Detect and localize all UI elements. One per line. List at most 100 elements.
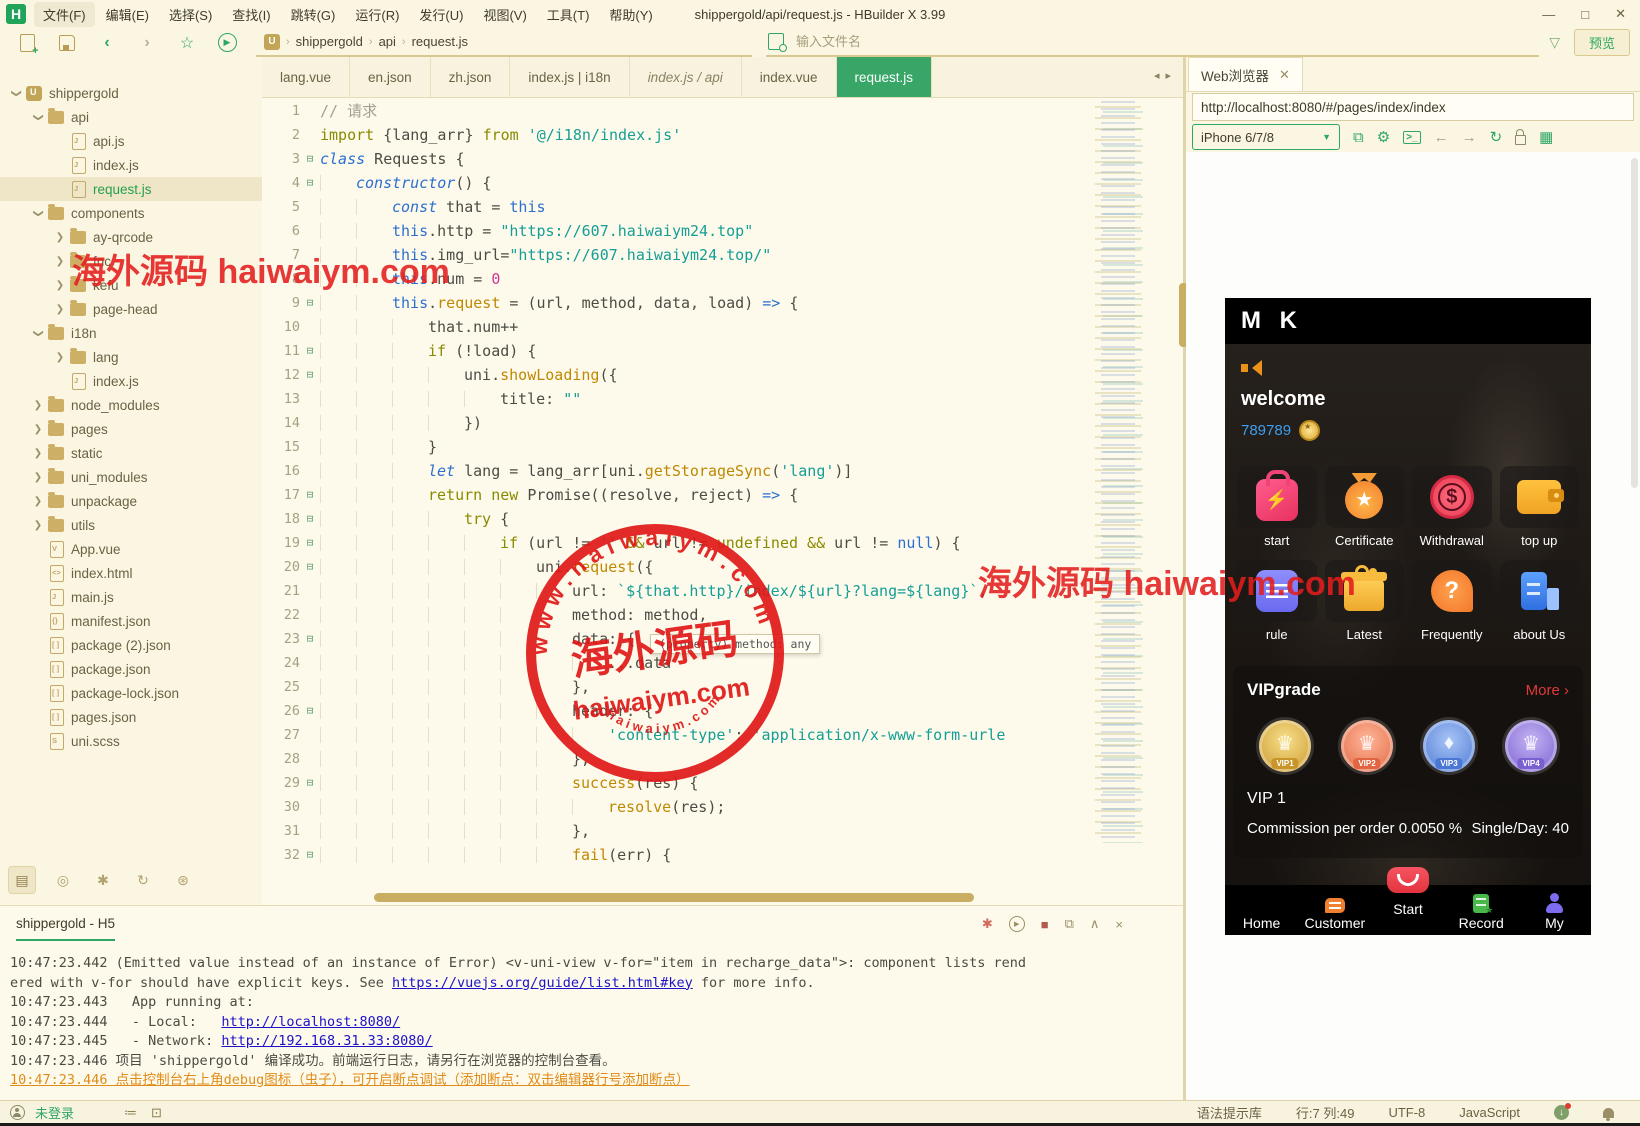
chevron-right-icon[interactable]: ❯ <box>54 280 66 291</box>
close-button[interactable]: ✕ <box>1615 6 1626 22</box>
account-person-icon[interactable] <box>10 1105 25 1120</box>
account-number[interactable]: 789789 <box>1241 422 1291 439</box>
login-status[interactable]: 未登录 <box>35 1103 74 1122</box>
line-number[interactable]: 16 <box>262 459 300 483</box>
tree-item-page-head[interactable]: ❯ page-head <box>0 297 262 321</box>
line-number[interactable]: 12 <box>262 363 300 387</box>
fold-marker-icon[interactable] <box>300 315 320 339</box>
tree-item-index-js[interactable]: index.js <box>0 369 262 393</box>
fold-marker-icon[interactable]: ⊟ <box>300 627 320 651</box>
feature-tile[interactable] <box>1237 560 1317 622</box>
tree-item-main-js[interactable]: main.js <box>0 585 262 609</box>
browser-back-icon[interactable]: ← <box>1434 129 1449 146</box>
line-number[interactable]: 17 <box>262 483 300 507</box>
tree-item-package-lock-json[interactable]: package-lock.json <box>0 681 262 705</box>
search-view-icon[interactable]: ◎ <box>50 867 76 893</box>
line-number[interactable]: 2 <box>262 123 300 147</box>
tree-item-components[interactable]: ❯ components <box>0 201 262 225</box>
chevron-right-icon[interactable]: ❯ <box>32 472 44 483</box>
line-number[interactable]: 6 <box>262 219 300 243</box>
line-number[interactable]: 15 <box>262 435 300 459</box>
feature-about-us[interactable]: about Us <box>1499 560 1579 642</box>
tree-item-shippergold[interactable]: ❯ shippergold <box>0 81 262 105</box>
breadcrumb-item[interactable]: shippergold <box>296 34 363 49</box>
fold-marker-icon[interactable] <box>300 435 320 459</box>
tree-item-package-2-json[interactable]: package (2).json <box>0 633 262 657</box>
menu-item[interactable]: 选择(S) <box>160 2 221 27</box>
line-number[interactable]: 24 <box>262 651 300 675</box>
close-panel-icon[interactable]: × <box>1115 917 1123 932</box>
language-mode[interactable]: JavaScript <box>1459 1105 1520 1120</box>
notification-bell-icon[interactable] <box>1603 1107 1614 1121</box>
line-number[interactable]: 27 <box>262 723 300 747</box>
minimap[interactable] <box>1091 101 1147 843</box>
menu-item[interactable]: 查找(I) <box>223 2 279 27</box>
menu-item[interactable]: 工具(T) <box>538 2 599 27</box>
editor-tab[interactable]: index.vue <box>742 57 837 97</box>
feature-top-up[interactable]: top up <box>1499 466 1579 548</box>
terminal-status-icon[interactable]: ⊡ <box>151 1105 162 1121</box>
nav-customer[interactable]: Customer <box>1298 885 1371 935</box>
code-area[interactable]: 1 // 请求 2 import {lang_arr} from '@/i18n/in… <box>262 99 1087 887</box>
tree-item-utils[interactable]: ❯ utils <box>0 513 262 537</box>
chevron-down-icon[interactable]: ❯ <box>11 87 22 99</box>
line-number[interactable]: 4 <box>262 171 300 195</box>
fold-marker-icon[interactable] <box>300 723 320 747</box>
chevron-right-icon[interactable]: ❯ <box>32 400 44 411</box>
fold-marker-icon[interactable] <box>300 603 320 627</box>
device-select[interactable]: iPhone 6/7/8 ▼ <box>1192 124 1340 150</box>
line-number[interactable]: 10 <box>262 315 300 339</box>
tree-item-i18n[interactable]: ❯ i18n <box>0 321 262 345</box>
feature-withdrawal[interactable]: Withdrawal <box>1412 466 1492 548</box>
console-link[interactable]: http://localhost:8080/ <box>221 1014 400 1030</box>
editor-tab[interactable]: zh.json <box>431 57 511 97</box>
chevron-right-icon[interactable]: ❯ <box>32 424 44 435</box>
tree-item-index-js[interactable]: index.js <box>0 153 262 177</box>
line-number[interactable]: 23 <box>262 627 300 651</box>
chevron-right-icon[interactable]: ❯ <box>54 352 66 363</box>
vip-badge-vip3[interactable]: ♦ VIP3 <box>1423 720 1475 772</box>
back-button[interactable]: ‹ <box>94 32 120 54</box>
feature-rule[interactable]: rule <box>1237 560 1317 642</box>
chevron-right-icon[interactable]: ❯ <box>54 232 66 243</box>
fold-marker-icon[interactable] <box>300 99 320 123</box>
filter-icon[interactable]: ▽ <box>1549 34 1560 51</box>
line-number[interactable]: 11 <box>262 339 300 363</box>
line-number[interactable]: 20 <box>262 555 300 579</box>
encoding[interactable]: UTF-8 <box>1388 1105 1425 1120</box>
line-number[interactable]: 14 <box>262 411 300 435</box>
url-input[interactable] <box>1193 99 1633 115</box>
files-view-icon[interactable]: ▤ <box>8 866 36 894</box>
tree-item-fnc[interactable]: ❯ fnc <box>0 249 262 273</box>
chevron-right-icon[interactable]: ❯ <box>32 448 44 459</box>
unlock-icon[interactable] <box>1515 128 1527 145</box>
line-number[interactable]: 19 <box>262 531 300 555</box>
console-tab[interactable]: shippergold - H5 <box>16 916 116 941</box>
maximize-button[interactable]: □ <box>1581 7 1589 22</box>
save-button[interactable] <box>54 32 80 54</box>
feature-latest[interactable]: Latest <box>1324 560 1404 642</box>
menu-item[interactable]: 发行(U) <box>410 2 472 27</box>
run-button[interactable]: ▶ <box>214 32 240 54</box>
extensions-view-icon[interactable]: ⊛ <box>170 867 196 893</box>
menu-item[interactable]: 跳转(G) <box>282 2 345 27</box>
menu-item[interactable]: 视图(V) <box>474 2 535 27</box>
fold-marker-icon[interactable] <box>300 219 320 243</box>
console-link[interactable]: https://vuejs.org/guide/list.html#key <box>392 975 693 991</box>
fold-marker-icon[interactable] <box>300 651 320 675</box>
nav-my[interactable]: My <box>1518 885 1591 935</box>
fold-marker-icon[interactable]: ⊟ <box>300 483 320 507</box>
fold-marker-icon[interactable] <box>300 579 320 603</box>
line-number[interactable]: 22 <box>262 603 300 627</box>
feature-start[interactable]: start <box>1237 466 1317 548</box>
line-number[interactable]: 7 <box>262 243 300 267</box>
browser-scrollbar[interactable] <box>1631 158 1638 488</box>
editor-tab[interactable]: lang.vue <box>262 57 351 97</box>
tree-item-api[interactable]: ❯ api <box>0 105 262 129</box>
tree-item-ay-qrcode[interactable]: ❯ ay-qrcode <box>0 225 262 249</box>
fold-marker-icon[interactable] <box>300 267 320 291</box>
fold-marker-icon[interactable] <box>300 387 320 411</box>
fold-marker-icon[interactable]: ⊟ <box>300 555 320 579</box>
menu-item[interactable]: 运行(R) <box>346 2 408 27</box>
line-number[interactable]: 28 <box>262 747 300 771</box>
